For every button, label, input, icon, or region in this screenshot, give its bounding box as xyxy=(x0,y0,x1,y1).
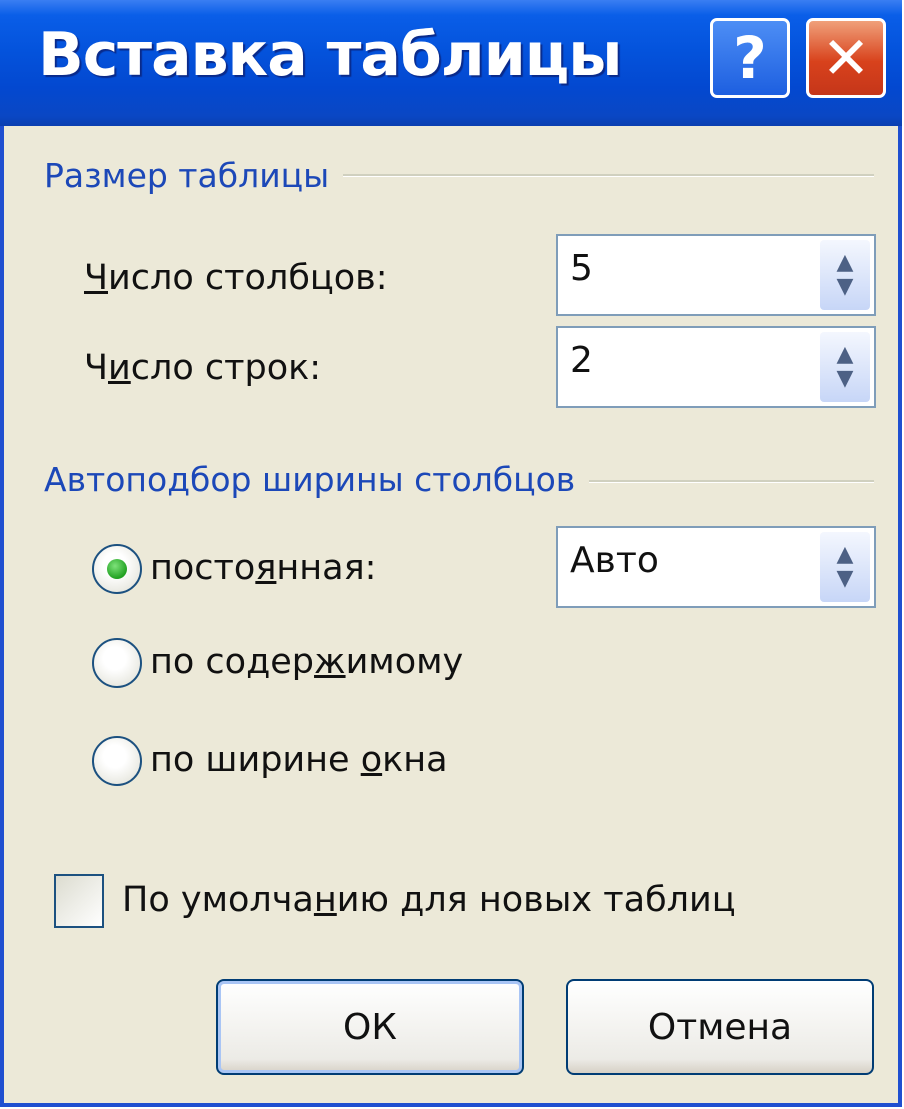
help-icon: ? xyxy=(733,24,767,92)
help-button[interactable]: ? xyxy=(710,18,790,98)
columns-spinbox[interactable]: 5 ▲ ▼ xyxy=(556,234,876,316)
radio-selected-dot xyxy=(107,559,127,579)
autofit-content-radio[interactable] xyxy=(92,638,142,688)
rows-spinbox[interactable]: 2 ▲ ▼ xyxy=(556,326,876,408)
columns-spin-buttons[interactable]: ▲ ▼ xyxy=(820,240,870,310)
fixed-width-spinbox[interactable]: Авто ▲ ▼ xyxy=(556,526,876,608)
cancel-button[interactable]: Отмена xyxy=(566,979,874,1075)
spin-down-icon[interactable]: ▼ xyxy=(837,567,854,591)
spin-up-icon[interactable]: ▲ xyxy=(837,251,854,275)
fixed-width-label[interactable]: постоянная: xyxy=(150,548,376,588)
title-bar[interactable]: Вставка таблицы ? ✕ xyxy=(0,0,902,126)
default-for-new-tables-label[interactable]: По умолчанию для новых таблиц xyxy=(122,880,736,920)
spin-up-icon[interactable]: ▲ xyxy=(837,543,854,567)
size-group-label: Размер таблицы xyxy=(44,156,344,195)
dialog-body: Размер таблицы Число столбцов: 5 ▲ ▼ Чис… xyxy=(4,126,898,1103)
columns-label: Число столбцов: xyxy=(84,258,388,298)
autofit-content-label[interactable]: по содержимому xyxy=(150,642,463,682)
fixed-width-value[interactable]: Авто xyxy=(570,540,659,581)
ok-button[interactable]: ОК xyxy=(216,979,524,1075)
fixed-width-spin-buttons[interactable]: ▲ ▼ xyxy=(820,532,870,602)
close-button[interactable]: ✕ xyxy=(806,18,886,98)
spin-down-icon[interactable]: ▼ xyxy=(837,275,854,299)
rows-label: Число строк: xyxy=(84,348,322,388)
columns-value[interactable]: 5 xyxy=(570,248,593,289)
insert-table-dialog: Вставка таблицы ? ✕ Размер таблицы Число… xyxy=(0,0,902,1107)
spin-up-icon[interactable]: ▲ xyxy=(837,343,854,367)
window-title: Вставка таблицы xyxy=(38,20,623,90)
rows-spin-buttons[interactable]: ▲ ▼ xyxy=(820,332,870,402)
autofit-group-label: Автоподбор ширины столбцов xyxy=(44,460,590,499)
spin-down-icon[interactable]: ▼ xyxy=(837,367,854,391)
close-icon: ✕ xyxy=(821,24,871,92)
rows-value[interactable]: 2 xyxy=(570,340,593,381)
default-for-new-tables-checkbox[interactable] xyxy=(54,874,104,928)
fixed-width-radio[interactable] xyxy=(92,544,142,594)
autofit-window-label[interactable]: по ширине окна xyxy=(150,740,448,780)
autofit-window-radio[interactable] xyxy=(92,736,142,786)
